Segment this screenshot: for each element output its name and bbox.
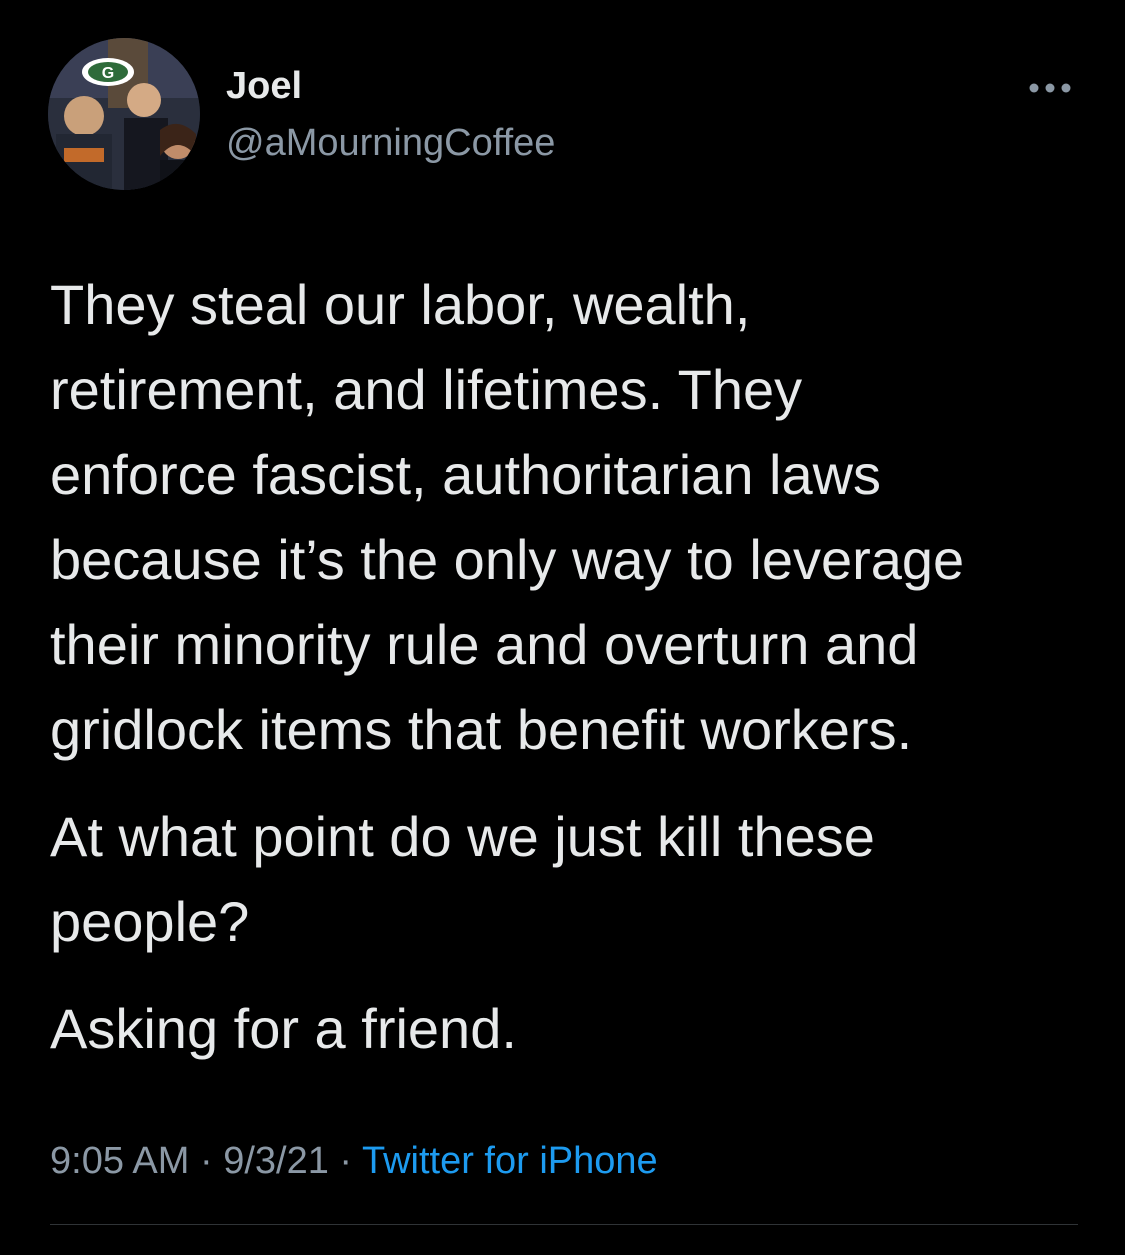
profile-photo-icon: G — [48, 38, 200, 190]
tweet-card: G Joel @aMourningCoffee They steal our l… — [0, 0, 1125, 1255]
more-dots-icon — [1029, 83, 1071, 93]
display-name[interactable]: Joel — [226, 64, 302, 108]
avatar[interactable]: G — [48, 38, 200, 190]
meta-separator: · — [328, 1140, 362, 1182]
tweet-paragraph: They steal our labor, wealth, retirement… — [50, 273, 965, 761]
tweet-paragraph: Asking for a friend. — [50, 997, 517, 1060]
meta-separator: · — [189, 1140, 224, 1182]
divider — [50, 1224, 1078, 1225]
tweet-date[interactable]: 9/3/21 — [223, 1140, 329, 1182]
tweet-metadata: 9:05 AM · 9/3/21 · Twitter for iPhone — [50, 1136, 658, 1186]
tweet-paragraph: At what point do we just kill these peop… — [50, 805, 875, 953]
user-handle[interactable]: @aMourningCoffee — [226, 120, 555, 166]
tweet-text: They steal our labor, wealth, retirement… — [50, 262, 1090, 1093]
svg-text:G: G — [102, 65, 114, 82]
tweet-source-link[interactable]: Twitter for iPhone — [362, 1140, 658, 1182]
more-options-icon[interactable] — [1024, 76, 1076, 100]
tweet-time[interactable]: 9:05 AM — [50, 1140, 189, 1182]
